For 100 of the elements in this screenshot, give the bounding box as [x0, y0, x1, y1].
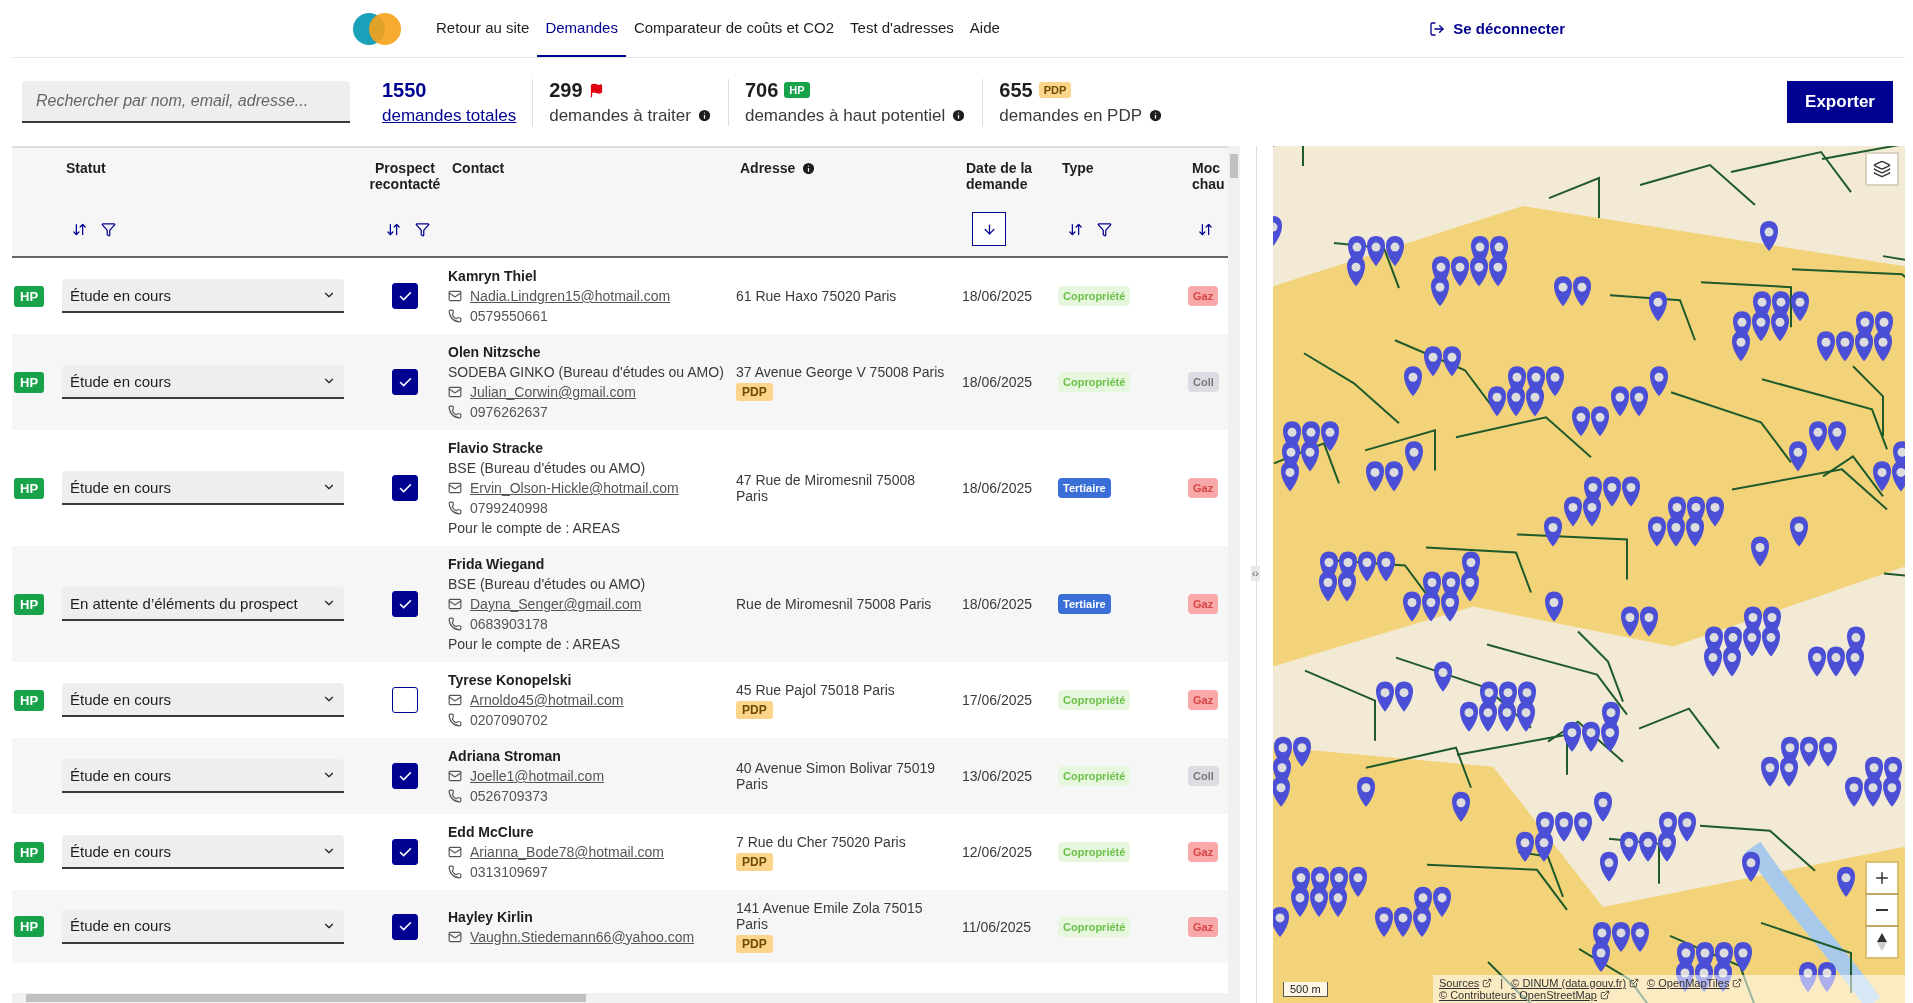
date-text: 12/06/2025 [962, 844, 1034, 860]
type-tag: Tertiaire [1058, 478, 1111, 498]
email-link[interactable]: Dayna_Senger@gmail.com [470, 596, 642, 612]
heating-tag: Gaz [1188, 690, 1219, 710]
nav-link[interactable]: Demandes [537, 0, 626, 57]
status-select[interactable]: Étude en cours [62, 365, 344, 399]
status-select[interactable]: Étude en cours [62, 471, 344, 505]
hp-badge: HP [14, 841, 45, 863]
email-link[interactable]: Arianna_Bode78@hotmail.com [470, 844, 664, 860]
account-text: Pour le compte de : AREAS [448, 520, 621, 536]
email-link[interactable]: Ervin_Olson-Hickle@hotmail.com [470, 480, 679, 496]
address-text: 40 Avenue Simon Bolivar 75019 Paris [736, 760, 936, 792]
status-select[interactable]: Étude en cours [62, 835, 344, 869]
heating-tag: Gaz [1188, 916, 1219, 937]
status-select[interactable]: Étude en cours [62, 683, 344, 717]
type-tag: Copropriété [1058, 916, 1131, 937]
company-text: BSE (Bureau d'études ou AMO) [448, 576, 647, 592]
stat-value: 655 [999, 78, 1033, 102]
type-tag: Tertiaire [1058, 594, 1111, 614]
phone-text: 0976262637 [470, 404, 548, 420]
date-text: 13/06/2025 [962, 768, 1034, 784]
heating-tag: Gaz [1188, 286, 1219, 306]
hp-badge: HP [14, 916, 45, 937]
attribution-link[interactable]: Sources [1439, 977, 1493, 989]
account-text: Pour le compte de : AREAS [448, 636, 621, 652]
type-tag: Copropriété [1058, 286, 1131, 306]
nav-link[interactable]: Aide [961, 0, 1008, 57]
phone-text: 0683903178 [470, 616, 548, 632]
address-text: 61 Rue Haxo 75020 Paris [736, 288, 897, 304]
column-header: Prospect recontacté [368, 160, 442, 192]
hp-badge: HP [14, 477, 45, 499]
pdp-badge: PDP [736, 935, 773, 953]
hp-badge: HP [14, 689, 45, 711]
status-select[interactable]: Étude en cours [62, 279, 344, 313]
column-header: Type [1062, 160, 1094, 176]
column-header: Statut [66, 160, 106, 176]
hp-badge: HP [784, 82, 810, 98]
email-link[interactable]: Vaughn.Stiedemann66@yahoo.com [470, 928, 695, 945]
pdp-badge: PDP [736, 852, 773, 871]
heating-tag: Gaz [1188, 478, 1219, 498]
email-link[interactable]: Julian_Corwin@gmail.com [470, 384, 636, 400]
date-text: 18/06/2025 [962, 288, 1034, 304]
status-select[interactable]: En attente d’éléments du prospect [62, 587, 344, 621]
date-text: 17/06/2025 [962, 692, 1034, 708]
address-text: 141 Avenue Emile Zola 75015 Paris [736, 900, 924, 932]
heating-tag: Coll [1188, 372, 1219, 392]
status-select[interactable]: Étude en cours [62, 759, 344, 793]
address-text: 45 Rue Pajol 75018 Paris [736, 681, 895, 698]
separator-text: | [1500, 977, 1504, 989]
stat-label: demandes à haut potentiel [744, 105, 946, 126]
email-link[interactable]: Arnoldo45@hotmail.com [470, 692, 624, 708]
heating-tag: Gaz [1188, 842, 1219, 862]
stat-value: 706 [744, 78, 779, 102]
nav-link[interactable]: Comparateur de coûts et CO2 [625, 0, 843, 57]
nav-link[interactable]: Test d'adresses [842, 0, 962, 57]
type-tag: Copropriété [1058, 372, 1131, 392]
phone-text: 0579550661 [470, 308, 548, 324]
column-header: Date de la demande [966, 160, 1034, 192]
export-button[interactable]: Exporter [1787, 81, 1893, 123]
stat-label[interactable]: demandes totales [382, 105, 517, 126]
date-text: 18/06/2025 [962, 480, 1034, 496]
nav-link[interactable]: Retour au site [428, 0, 538, 57]
address-text: Rue de Miromesnil 75008 Paris [736, 596, 932, 612]
stat-label: demandes à traiter [549, 105, 691, 126]
contact-name: Edd McClure [448, 824, 535, 840]
phone-text: 0799240998 [470, 500, 548, 516]
stat-value: 1550 [382, 78, 427, 102]
email-link[interactable]: Nadia.Lindgren15@hotmail.com [470, 288, 671, 304]
contact-name: Flavio Stracke [448, 440, 544, 456]
date-text: 11/06/2025 [962, 918, 1033, 935]
attribution-link[interactable]: © OpenMapTiles [1647, 977, 1743, 989]
status-select[interactable]: Étude en cours [62, 909, 344, 944]
company-text: BSE (Bureau d'études ou AMO) [448, 460, 647, 476]
phone-text: 0207090702 [470, 712, 548, 728]
contact-name: Adriana Stroman [448, 748, 562, 764]
pdp-badge: PDP [736, 382, 773, 401]
contact-name: Tyrese Konopelski [448, 672, 573, 688]
address-text: 47 Rue de Miromesnil 75008 Paris [736, 472, 916, 504]
logout-link[interactable]: Se déconnecter [1429, 0, 1565, 57]
heating-tag: Gaz [1188, 594, 1219, 614]
resize-handle[interactable]: ‹› [1251, 566, 1260, 581]
pdp-badge: PDP [1038, 82, 1072, 98]
date-text: 18/06/2025 [962, 596, 1034, 612]
stat-label: demandes en PDP [999, 105, 1143, 126]
map-scale: 500 m [1283, 982, 1328, 997]
hp-badge: HP [14, 285, 45, 307]
contact-name: Hayley Kirlin [448, 908, 534, 925]
phone-text: 0526709373 [470, 788, 548, 804]
attribution-link[interactable]: © DINUM (data.gouv.fr) [1511, 977, 1640, 989]
email-link[interactable]: Joelle1@hotmail.com [470, 768, 605, 784]
column-header: Moc chau [1192, 160, 1225, 192]
address-text: 7 Rue du Cher 75020 Paris [736, 833, 906, 850]
address-text: 37 Avenue George V 75008 Paris [736, 363, 945, 380]
contact-name: Kamryn Thiel [448, 268, 538, 284]
heating-tag: Coll [1188, 766, 1219, 786]
type-tag: Copropriété [1058, 842, 1131, 862]
type-tag: Copropriété [1058, 766, 1131, 786]
type-tag: Copropriété [1058, 690, 1131, 710]
attribution-link[interactable]: © Contributeurs OpenStreetMap [1439, 989, 1610, 1001]
search-field[interactable]: Rechercher par nom, email, adresse... [22, 81, 350, 123]
